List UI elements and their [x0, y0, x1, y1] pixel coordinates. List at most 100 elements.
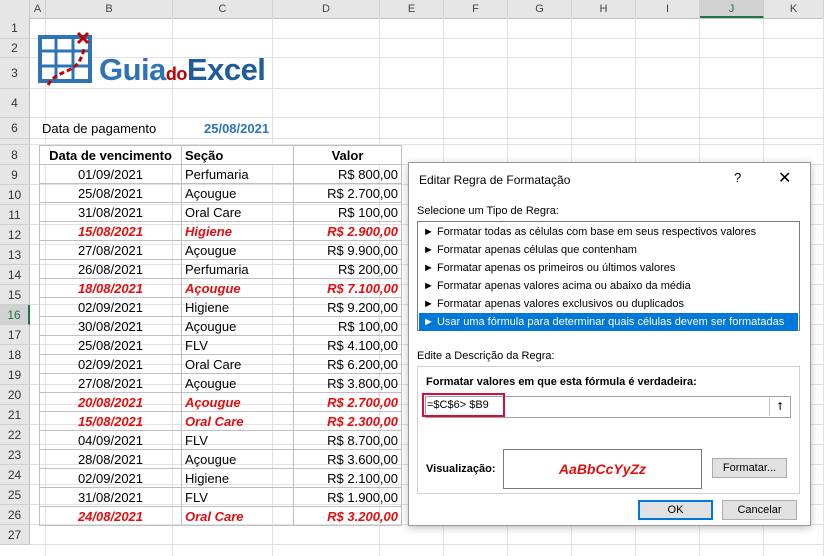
- row-header-19[interactable]: 19: [0, 365, 30, 385]
- section-cell[interactable]: Açougue: [181, 240, 294, 260]
- due-date-cell[interactable]: 15/08/2021: [39, 221, 182, 241]
- header-due-date[interactable]: Data de vencimento: [39, 145, 182, 165]
- section-cell[interactable]: Oral Care: [181, 202, 294, 222]
- row-header-15[interactable]: 15: [0, 285, 30, 305]
- value-cell[interactable]: R$ 100,00: [293, 202, 402, 222]
- row-header-26[interactable]: 26: [0, 505, 30, 525]
- section-cell[interactable]: Açougue: [181, 316, 294, 336]
- section-cell[interactable]: Açougue: [181, 183, 294, 203]
- column-header-g[interactable]: G: [508, 0, 572, 18]
- value-cell[interactable]: R$ 2.700,00: [293, 183, 402, 203]
- value-cell[interactable]: R$ 2.900,00: [293, 221, 402, 241]
- section-cell[interactable]: Açougue: [181, 392, 294, 412]
- header-value[interactable]: Valor: [293, 145, 402, 165]
- column-header-b[interactable]: B: [46, 0, 173, 18]
- row-header-22[interactable]: 22: [0, 425, 30, 445]
- rule-type-item[interactable]: ► Formatar apenas os primeiros ou último…: [419, 259, 798, 277]
- section-cell[interactable]: Açougue: [181, 278, 294, 298]
- due-date-cell[interactable]: 02/09/2021: [39, 468, 182, 488]
- value-cell[interactable]: R$ 7.100,00: [293, 278, 402, 298]
- due-date-cell[interactable]: 20/08/2021: [39, 392, 182, 412]
- row-header-16[interactable]: 16: [0, 305, 30, 325]
- due-date-cell[interactable]: 02/09/2021: [39, 297, 182, 317]
- close-icon[interactable]: ✕: [778, 168, 791, 188]
- rule-type-list[interactable]: ► Formatar todas as células com base em …: [417, 221, 800, 331]
- value-cell[interactable]: R$ 2.100,00: [293, 468, 402, 488]
- row-header-14[interactable]: 14: [0, 265, 30, 285]
- row-header-21[interactable]: 21: [0, 405, 30, 425]
- due-date-cell[interactable]: 02/09/2021: [39, 354, 182, 374]
- section-cell[interactable]: Higiene: [181, 297, 294, 317]
- ok-button[interactable]: OK: [638, 500, 713, 520]
- rule-type-item[interactable]: ► Formatar apenas valores exclusivos ou …: [419, 295, 798, 313]
- row-header-4[interactable]: 4: [0, 89, 30, 118]
- row-header-20[interactable]: 20: [0, 385, 30, 405]
- row-header-1[interactable]: 1: [0, 18, 30, 39]
- due-date-cell[interactable]: 01/09/2021: [39, 164, 182, 184]
- section-cell[interactable]: Açougue: [181, 449, 294, 469]
- column-header-a[interactable]: A: [30, 0, 46, 18]
- row-header-10[interactable]: 10: [0, 185, 30, 205]
- due-date-cell[interactable]: 31/08/2021: [39, 202, 182, 222]
- column-header-j[interactable]: J: [700, 0, 764, 18]
- row-header-11[interactable]: 11: [0, 205, 30, 225]
- due-date-cell[interactable]: 15/08/2021: [39, 411, 182, 431]
- row-header-8[interactable]: 8: [0, 145, 30, 165]
- due-date-cell[interactable]: 27/08/2021: [39, 373, 182, 393]
- value-cell[interactable]: R$ 3.800,00: [293, 373, 402, 393]
- collapse-dialog-icon[interactable]: ⭡: [769, 398, 790, 416]
- section-cell[interactable]: Higiene: [181, 221, 294, 241]
- row-header-27[interactable]: 27: [0, 525, 30, 545]
- value-cell[interactable]: R$ 6.200,00: [293, 354, 402, 374]
- value-cell[interactable]: R$ 4.100,00: [293, 335, 402, 355]
- row-header-25[interactable]: 25: [0, 485, 30, 505]
- row-header-9[interactable]: 9: [0, 165, 30, 185]
- due-date-cell[interactable]: 27/08/2021: [39, 240, 182, 260]
- column-header-d[interactable]: D: [273, 0, 380, 18]
- value-cell[interactable]: R$ 1.900,00: [293, 487, 402, 507]
- value-cell[interactable]: R$ 2.700,00: [293, 392, 402, 412]
- section-cell[interactable]: Perfumaria: [181, 259, 294, 279]
- due-date-cell[interactable]: 26/08/2021: [39, 259, 182, 279]
- header-section[interactable]: Seção: [181, 145, 294, 165]
- column-header-c[interactable]: C: [173, 0, 273, 18]
- rule-type-item[interactable]: ► Formatar apenas células que contenham: [419, 241, 798, 259]
- row-header-12[interactable]: 12: [0, 225, 30, 245]
- due-date-cell[interactable]: 28/08/2021: [39, 449, 182, 469]
- section-cell[interactable]: Perfumaria: [181, 164, 294, 184]
- section-cell[interactable]: Oral Care: [181, 354, 294, 374]
- section-cell[interactable]: Higiene: [181, 468, 294, 488]
- value-cell[interactable]: R$ 3.200,00: [293, 506, 402, 526]
- due-date-cell[interactable]: 31/08/2021: [39, 487, 182, 507]
- row-header-13[interactable]: 13: [0, 245, 30, 265]
- row-header-3[interactable]: 3: [0, 58, 30, 89]
- row-header-17[interactable]: 17: [0, 325, 30, 345]
- rule-type-item[interactable]: ► Usar uma fórmula para determinar quais…: [419, 313, 798, 331]
- cancel-button[interactable]: Cancelar: [722, 500, 797, 520]
- section-cell[interactable]: Oral Care: [181, 411, 294, 431]
- due-date-cell[interactable]: 18/08/2021: [39, 278, 182, 298]
- row-header-23[interactable]: 23: [0, 445, 30, 465]
- value-cell[interactable]: R$ 9.200,00: [293, 297, 402, 317]
- due-date-cell[interactable]: 30/08/2021: [39, 316, 182, 336]
- value-cell[interactable]: R$ 100,00: [293, 316, 402, 336]
- rule-type-item[interactable]: ► Formatar apenas valores acima ou abaix…: [419, 277, 798, 295]
- section-cell[interactable]: FLV: [181, 430, 294, 450]
- column-header-f[interactable]: F: [444, 0, 508, 18]
- value-cell[interactable]: R$ 200,00: [293, 259, 402, 279]
- due-date-cell[interactable]: 25/08/2021: [39, 183, 182, 203]
- row-header-2[interactable]: 2: [0, 39, 30, 58]
- column-header-e[interactable]: E: [380, 0, 444, 18]
- format-button[interactable]: Formatar...: [712, 458, 787, 478]
- payment-date-value[interactable]: 25/08/2021: [204, 121, 269, 136]
- row-header-24[interactable]: 24: [0, 465, 30, 485]
- value-cell[interactable]: R$ 8.700,00: [293, 430, 402, 450]
- value-cell[interactable]: R$ 3.600,00: [293, 449, 402, 469]
- due-date-cell[interactable]: 25/08/2021: [39, 335, 182, 355]
- select-all-corner[interactable]: [0, 0, 30, 18]
- row-header-18[interactable]: 18: [0, 345, 30, 365]
- section-cell[interactable]: Açougue: [181, 373, 294, 393]
- column-header-i[interactable]: I: [636, 0, 700, 18]
- value-cell[interactable]: R$ 9.900,00: [293, 240, 402, 260]
- due-date-cell[interactable]: 04/09/2021: [39, 430, 182, 450]
